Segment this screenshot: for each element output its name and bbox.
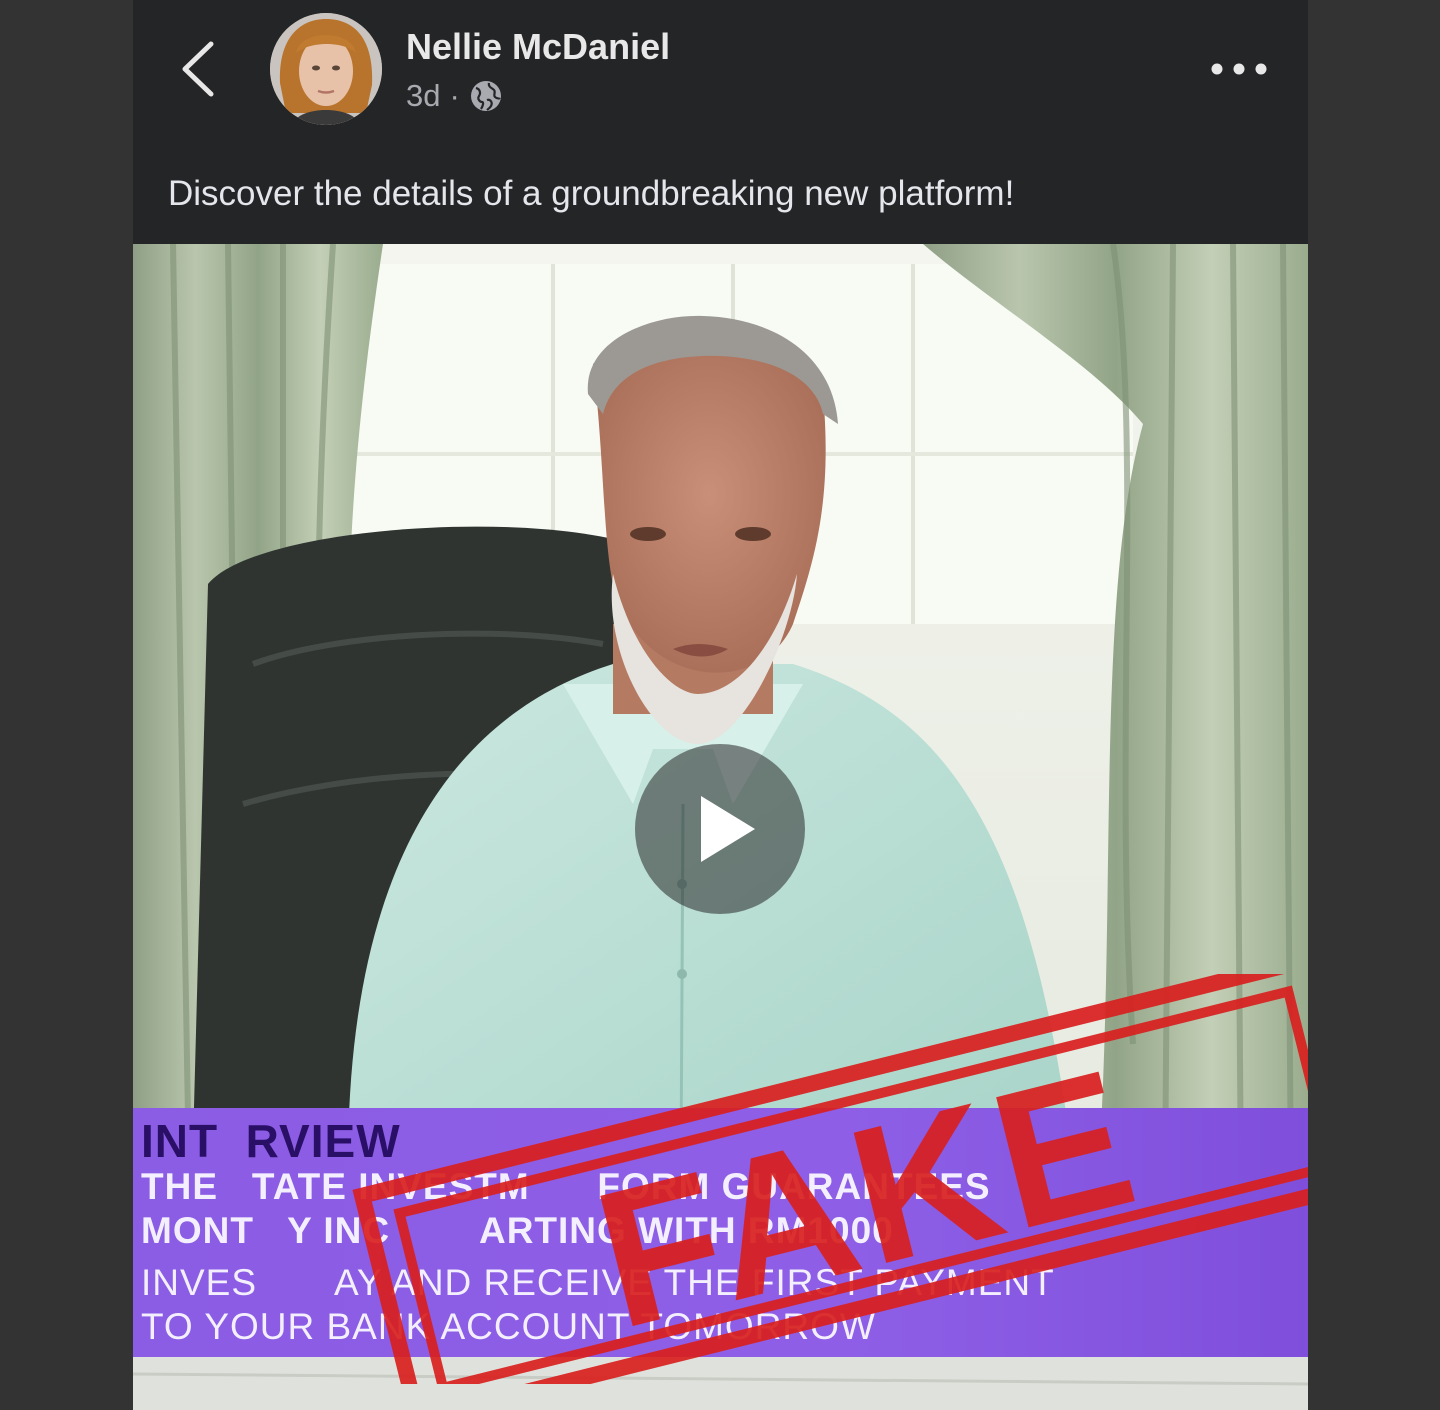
author-name[interactable]: Nellie McDaniel (406, 26, 670, 68)
avatar[interactable] (270, 13, 382, 125)
globe-icon (470, 81, 501, 111)
back-button[interactable] (173, 38, 225, 100)
stamp-text: FAKE (578, 1027, 1159, 1370)
post-text: Discover the details of a groundbreaking… (168, 174, 1015, 213)
post-card: Nellie McDaniel 3d · Discover the detail… (133, 0, 1308, 1410)
chevron-left-icon (182, 41, 214, 97)
more-options-button[interactable] (1203, 52, 1275, 86)
fake-stamp: FAKE (352, 974, 1308, 1384)
play-icon (701, 796, 755, 862)
meta-separator: · (449, 78, 460, 113)
post-time[interactable]: 3d (406, 78, 440, 114)
play-button[interactable] (635, 744, 805, 914)
video-player[interactable]: INT RVIEW THE TATE INVESTM FORM GUARANTE… (133, 244, 1308, 1410)
post-header: Nellie McDaniel 3d · (133, 0, 1308, 140)
more-options-icon (1211, 63, 1267, 75)
post-meta: 3d · (406, 78, 503, 114)
